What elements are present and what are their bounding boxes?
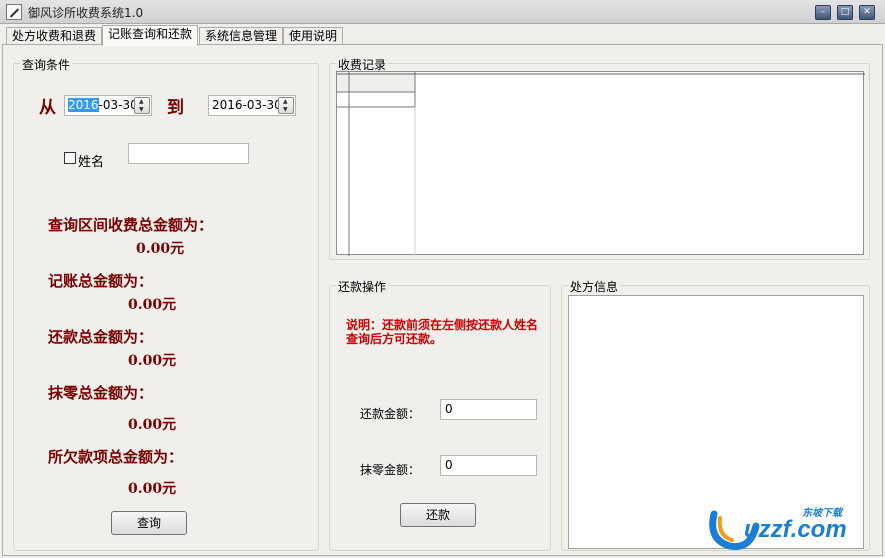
from-date-year-selection: 2016 [68,98,99,112]
writeoff-amount-input[interactable]: 0 [440,455,537,476]
repay-amount-label: 还款金额： [360,407,421,421]
watermark-logo: 东坡下载 uzzf.com [706,500,882,556]
charge-total-label: 记账总金额为： [48,272,154,290]
from-date-picker[interactable]: 2016-03-30 [64,95,152,116]
grid-lines [337,72,865,256]
watermark-main-text: uzzf.com [744,516,847,543]
to-label: 到 [167,98,184,118]
from-date-rest: -03-30 [98,98,138,112]
to-date-spinner-icon[interactable] [278,97,294,114]
minimize-button[interactable]: – [815,5,831,20]
query-conditions-title: 查询条件 [20,56,73,73]
query-button[interactable]: 查询 [111,511,187,535]
writeoff-total-value: 0.00元 [128,417,177,433]
row-selector-icon [339,94,347,105]
total-charge-label: 查询区间收费总金额为： [48,216,214,234]
from-date-spinner-icon[interactable] [134,97,150,114]
tab-system-info[interactable]: 系统信息管理 [199,27,284,45]
title-bar: 御风诊所收费系统1.0 – □ ✕ [0,0,885,24]
repay-amount-input[interactable]: 0 [440,399,537,420]
writeoff-total-label: 抹零总金额为： [48,384,154,402]
repay-total-value: 0.00元 [128,353,177,369]
from-label: 从 [39,98,56,118]
charge-total-value: 0.00元 [128,297,177,313]
close-button[interactable]: ✕ [859,5,875,20]
tab-strip: 处方收费和退费 记账查询和还款 系统信息管理 使用说明 [0,25,885,46]
name-input[interactable] [128,143,249,164]
repay-total-label: 还款总金额为： [48,328,154,346]
prescription-info-title: 处方信息 [568,278,621,295]
tab-prescription-billing[interactable]: 处方收费和退费 [6,27,103,45]
app-icon [6,4,22,20]
name-checkbox[interactable] [64,152,76,164]
owed-total-value: 0.00元 [128,481,177,497]
window-title: 御风诊所收费系统1.0 [28,6,144,20]
repayment-title: 还款操作 [336,278,389,295]
repayment-note: 说明：还款前须在左侧按还款人姓名查询后方可还款。 [346,318,539,346]
tab-user-guide[interactable]: 使用说明 [283,27,344,45]
tab-account-query-repayment[interactable]: 记账查询和还款 [102,25,199,46]
charge-records-grid[interactable] [336,71,865,256]
to-date-picker[interactable]: 2016-03-30 [208,95,296,116]
writeoff-amount-label: 抹零金额： [360,463,421,477]
total-charge-value: 0.00元 [136,241,185,257]
repay-button[interactable]: 还款 [400,503,476,527]
owed-total-label: 所欠款项总金额为： [48,448,184,466]
maximize-button[interactable]: □ [837,5,853,20]
name-checkbox-label: 姓名 [78,155,105,170]
to-date-value: 2016-03-30 [212,98,282,112]
